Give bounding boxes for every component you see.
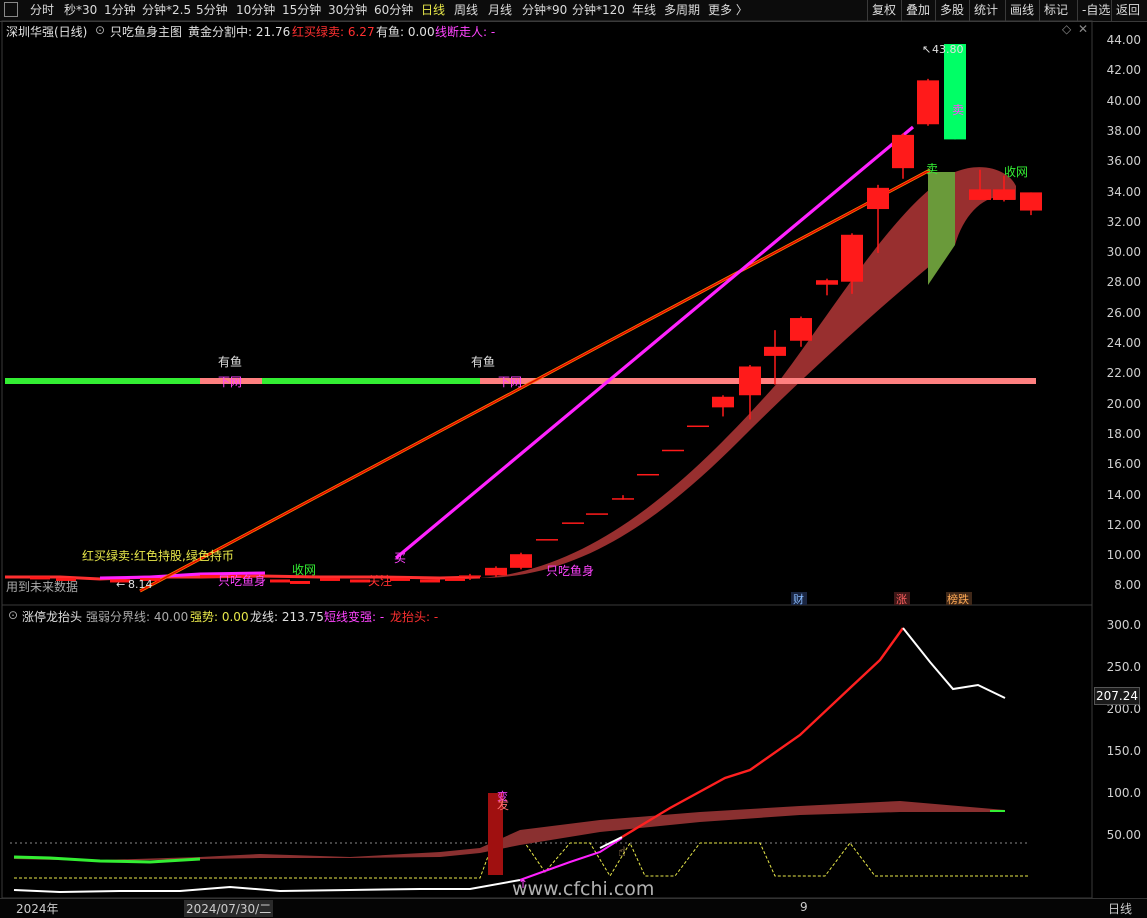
dragon-tick: 250.0	[1106, 660, 1141, 674]
candle-body	[536, 539, 558, 541]
candle-body	[30, 576, 50, 580]
hand-cursor-icon: ☝	[618, 845, 626, 860]
price-tick: 36.00	[1106, 154, 1141, 169]
net-label-1: 下网	[218, 375, 242, 389]
candle-body	[290, 580, 310, 584]
price-tick: 24.00	[1106, 336, 1141, 350]
price-tick: 22.00	[1106, 366, 1141, 381]
candle-body	[320, 577, 340, 581]
candle-body	[637, 473, 659, 476]
fish-body-label-2: 只吃鱼身	[546, 563, 594, 578]
close-net-label-2: 收网	[292, 563, 316, 577]
price-tick: 44.00	[1106, 33, 1141, 47]
candle-body	[712, 396, 734, 408]
price-tick: 8.00	[1114, 578, 1141, 593]
candle-body	[459, 575, 481, 577]
buy-label: 买	[394, 551, 406, 565]
price-tick: 10.00	[1106, 548, 1141, 563]
fish-label-1: 有鱼	[218, 355, 242, 369]
price-tick: 32.00	[1106, 214, 1141, 229]
close-net-label: 收网	[1004, 165, 1028, 179]
candle-body	[892, 134, 914, 169]
candle-body	[586, 513, 608, 515]
candle-body	[816, 280, 838, 285]
candle-body	[790, 318, 812, 341]
period-label[interactable]: 日线	[1108, 900, 1132, 917]
price-tick: 18.00	[1106, 426, 1141, 441]
date-label-month: 9	[800, 900, 808, 914]
candle-body	[917, 80, 939, 125]
dragon-white-line	[902, 627, 1006, 699]
candle-body	[969, 189, 991, 200]
candle-body	[1020, 192, 1042, 211]
price-tick: 28.00	[1106, 275, 1141, 290]
candle-body	[764, 346, 786, 356]
fish-line-green-2	[262, 378, 480, 384]
candle-body	[841, 234, 863, 282]
sell-label-2: 卖	[926, 162, 938, 176]
price-chart[interactable]: 有鱼 有鱼 下网 下网 卖 卖 收网 收网 买 关注 只吃鱼身 只吃鱼身 红买绿…	[0, 0, 1147, 917]
rank-badge[interactable]: 榜跌	[947, 592, 969, 606]
fish-label-2: 有鱼	[471, 355, 495, 369]
candle-body	[485, 567, 507, 576]
candle-body	[350, 579, 370, 583]
white-low-line	[13, 879, 521, 894]
candle-body	[562, 522, 584, 524]
watermark: www.cfchi.com	[512, 878, 654, 900]
current-value-tag: 207.24	[1094, 687, 1140, 705]
low-price-value: 8.14	[128, 578, 153, 591]
sub-chart-frame	[1, 604, 1093, 899]
price-tick: 16.00	[1106, 457, 1141, 472]
high-price-value: 43.80	[932, 43, 964, 56]
sell-label-1: 卖	[952, 103, 964, 117]
candle-body	[867, 187, 889, 210]
candle-body	[390, 577, 410, 581]
price-tick: 30.00	[1106, 245, 1141, 260]
candle-body	[445, 577, 465, 581]
launch-marker: 发	[497, 797, 509, 812]
high-price-marker: ↖	[922, 43, 931, 56]
price-tick: 40.00	[1106, 93, 1141, 108]
date-label-year: 2024年	[16, 902, 59, 916]
fish-body-label-1: 只吃鱼身	[218, 573, 266, 588]
finance-badge[interactable]: 财	[793, 592, 804, 606]
attention-label: 关注	[368, 573, 392, 588]
fish-line-green-1	[5, 378, 200, 384]
limit-up-badge[interactable]: 涨	[896, 593, 907, 606]
candle-body	[687, 425, 709, 428]
price-tick: 26.00	[1106, 305, 1141, 320]
candle-body	[270, 579, 290, 583]
candle-body	[200, 574, 220, 578]
price-tick: 12.00	[1106, 517, 1141, 532]
candle-body	[944, 44, 966, 140]
future-data-warning: 用到未来数据	[6, 579, 78, 594]
candle-body	[510, 554, 532, 568]
candle-body	[612, 498, 634, 500]
dragon-tick: 300.0	[1106, 618, 1141, 632]
candle-body	[993, 189, 1015, 200]
dragon-tick: 150.0	[1106, 744, 1141, 758]
candle-body	[739, 366, 761, 396]
price-tick: 34.00	[1106, 184, 1141, 199]
date-axis	[0, 898, 1147, 918]
price-tick: 20.00	[1106, 396, 1141, 411]
candlestick-series	[30, 44, 1042, 584]
dragon-band	[14, 801, 1005, 861]
dragon-tick: 50.00	[1106, 828, 1141, 842]
red-green-hint: 红买绿卖:红色持股,绿色持币	[82, 548, 234, 563]
candle-body	[420, 579, 440, 583]
price-tick: 42.00	[1106, 63, 1141, 78]
sell-zone-band	[928, 172, 955, 285]
date-label-cursor: 2024/07/30/二	[184, 900, 274, 917]
dragon-tick: 100.0	[1106, 786, 1141, 800]
price-tick: 14.00	[1106, 487, 1141, 502]
low-price-marker: ←	[116, 578, 125, 591]
price-tick: 38.00	[1106, 123, 1141, 138]
candle-body	[662, 449, 684, 452]
net-label-2: 下网	[498, 375, 522, 389]
